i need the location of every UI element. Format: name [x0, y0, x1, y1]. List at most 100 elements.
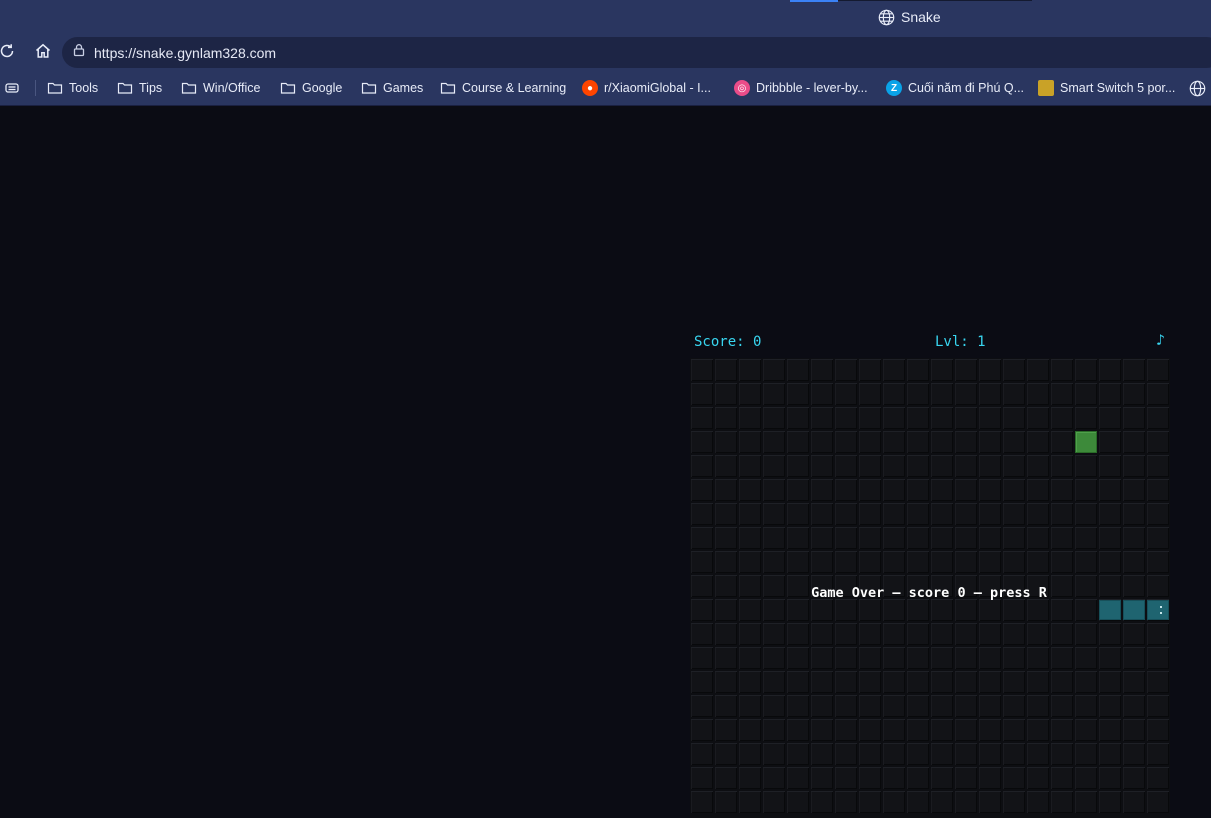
grid-cell [1099, 551, 1121, 573]
grid-cell [1027, 767, 1049, 789]
grid-cell [715, 455, 737, 477]
grid-cell [1003, 551, 1025, 573]
lock-icon[interactable] [72, 43, 86, 62]
grid-cell [811, 719, 833, 741]
grid-cell [907, 479, 929, 501]
tab-snake[interactable]: Snake [878, 6, 941, 28]
reload-button[interactable] [0, 42, 18, 64]
grid-cell [715, 743, 737, 765]
grid-cell [691, 503, 713, 525]
url-text[interactable]: https://snake.gynlam328.com [94, 45, 276, 61]
grid-cell [979, 647, 1001, 669]
grid-cell [835, 503, 857, 525]
sidebar-toggle-button[interactable] [4, 78, 20, 98]
bookmark-tools[interactable]: Tools [47, 78, 98, 98]
grid-cell [1123, 623, 1145, 645]
grid-cell [979, 503, 1001, 525]
grid-cell [787, 527, 809, 549]
collections-icon [4, 80, 20, 96]
grid-cell [835, 647, 857, 669]
grid-cell [811, 647, 833, 669]
grid-cell [1123, 551, 1145, 573]
grid-cell [979, 599, 1001, 621]
grid-cell [883, 767, 905, 789]
music-toggle-icon[interactable]: ♪ [1156, 331, 1165, 349]
zalo-icon: Z [886, 80, 902, 96]
grid-cell [859, 551, 881, 573]
grid-cell [883, 527, 905, 549]
url-field[interactable]: https://snake.gynlam328.com [62, 37, 1211, 68]
grid-cell [715, 527, 737, 549]
grid-cell [1075, 479, 1097, 501]
grid-cell [1123, 503, 1145, 525]
snake-eye [1160, 606, 1162, 608]
folder-icon [181, 81, 197, 95]
grid-cell [931, 551, 953, 573]
grid-cell [763, 743, 785, 765]
grid-cell [955, 791, 977, 813]
grid-cell [883, 383, 905, 405]
grid-cell [883, 431, 905, 453]
more-bookmarks-button[interactable] [1189, 78, 1206, 98]
grid-cell [739, 719, 761, 741]
snake-segment [1123, 600, 1145, 620]
site-icon [1038, 80, 1054, 96]
bookmark-google[interactable]: Google [280, 78, 342, 98]
grid-cell [979, 743, 1001, 765]
bookmark-dribbble[interactable]: ◎ Dribbble - lever-by... [734, 78, 868, 98]
grid-cell [1099, 767, 1121, 789]
grid-cell [931, 647, 953, 669]
grid-cell [883, 719, 905, 741]
grid-cell [907, 767, 929, 789]
grid-cell [1147, 695, 1169, 717]
grid-cell [1099, 503, 1121, 525]
grid-cell [1147, 527, 1169, 549]
grid-cell [763, 695, 785, 717]
grid-cell [1003, 359, 1025, 381]
grid-cell [1003, 719, 1025, 741]
bookmark-smart-switch[interactable]: Smart Switch 5 por... [1038, 78, 1175, 98]
grid-cell [955, 719, 977, 741]
grid-cell [859, 719, 881, 741]
grid-cell [691, 767, 713, 789]
bookmark-tips[interactable]: Tips [117, 78, 162, 98]
grid-cell [1075, 455, 1097, 477]
bookmark-win-office[interactable]: Win/Office [181, 78, 260, 98]
grid-cell [1003, 767, 1025, 789]
tab-indicator-line [838, 0, 1032, 1]
grid-cell [1051, 455, 1073, 477]
grid-cell [1075, 383, 1097, 405]
grid-cell [811, 383, 833, 405]
dribbble-icon: ◎ [734, 80, 750, 96]
grid-cell [739, 623, 761, 645]
grid-cell [811, 599, 833, 621]
bookmark-zalo[interactable]: Z Cuối năm đi Phú Q... [886, 78, 1024, 98]
bookmark-course-learning[interactable]: Course & Learning [440, 78, 566, 98]
grid-cell [787, 695, 809, 717]
game-over-message: Game Over — score 0 — press R [811, 585, 1047, 601]
home-button[interactable] [32, 42, 54, 64]
grid-cell [715, 407, 737, 429]
grid-cell [979, 551, 1001, 573]
grid-cell [1147, 743, 1169, 765]
grid-cell [739, 791, 761, 813]
grid-cell [1051, 647, 1073, 669]
grid-cell [931, 503, 953, 525]
grid-cell [931, 743, 953, 765]
grid-cell [1099, 671, 1121, 693]
bookmark-label: Games [383, 81, 424, 95]
grid-cell [883, 551, 905, 573]
grid-cell [1051, 527, 1073, 549]
grid-cell [1123, 455, 1145, 477]
grid-cell [1099, 359, 1121, 381]
grid-cell [787, 551, 809, 573]
bookmark-reddit[interactable]: ● r/XiaomiGlobal - I... [582, 78, 711, 98]
grid-cell [883, 671, 905, 693]
grid-cell [1051, 743, 1073, 765]
grid-cell [1051, 719, 1073, 741]
grid-cell [715, 479, 737, 501]
grid-cell [1075, 671, 1097, 693]
grid-cell [907, 647, 929, 669]
grid-cell [931, 383, 953, 405]
bookmark-games[interactable]: Games [361, 78, 423, 98]
